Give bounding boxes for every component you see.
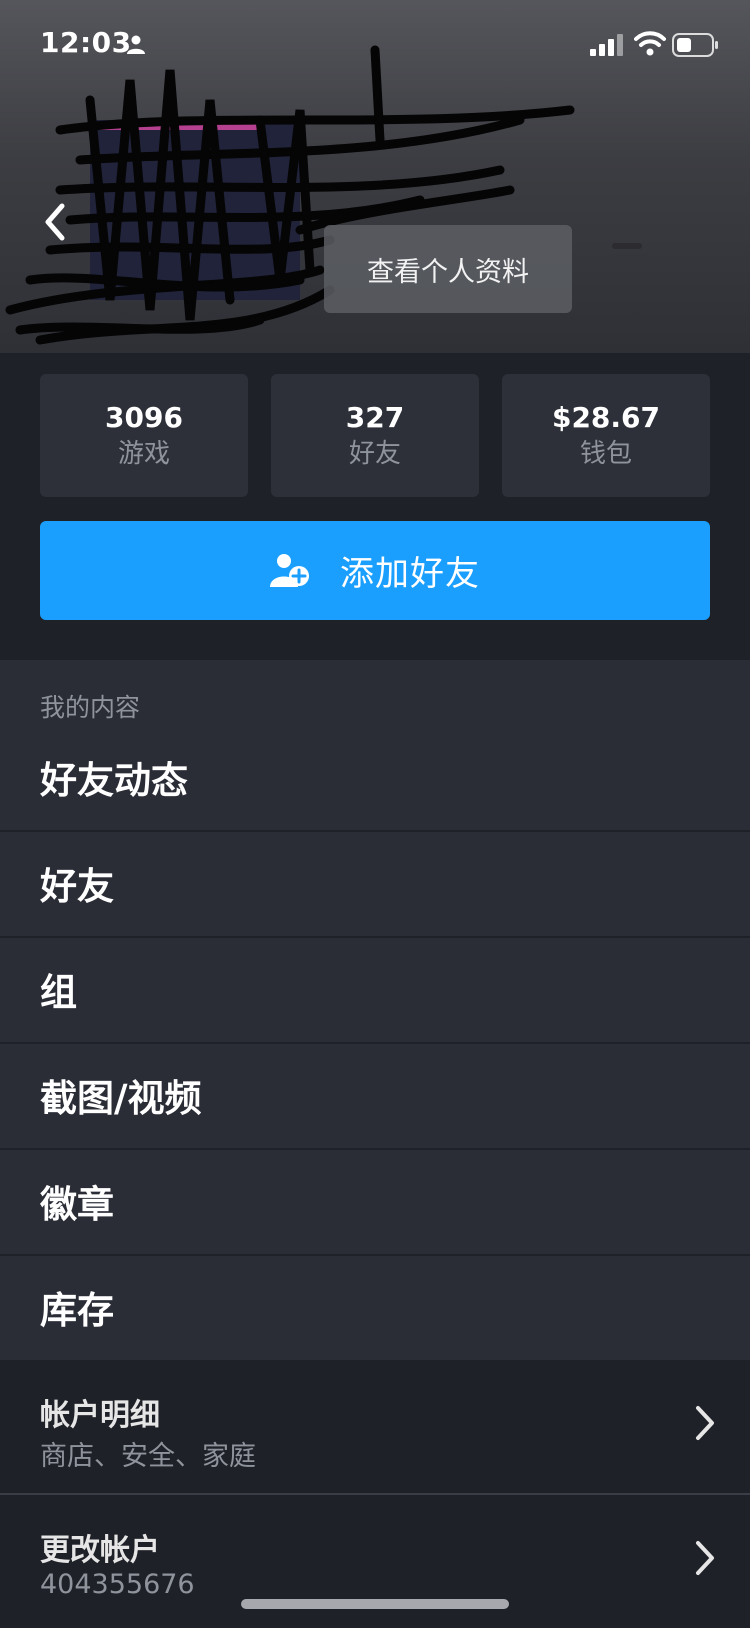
menu-item-groups[interactable]: 组 (0, 936, 750, 1044)
stat-wallet[interactable]: $28.67 钱包 (502, 374, 710, 497)
change-account-title: 更改帐户 (40, 1533, 160, 1568)
menu-item-label: 库存 (40, 1289, 114, 1332)
change-account-id: 404355676 (40, 1569, 195, 1600)
add-friend-button[interactable]: 添加好友 (40, 521, 710, 620)
stat-friends[interactable]: 327 好友 (271, 374, 479, 497)
stat-friends-label: 好友 (348, 438, 401, 469)
header-decoration (612, 243, 642, 249)
stat-friends-value: 327 (345, 400, 405, 434)
menu-item-inventory[interactable]: 库存 (0, 1254, 750, 1360)
menu-item-label: 组 (40, 971, 77, 1014)
stat-wallet-value: $28.67 (551, 400, 661, 434)
battery-icon (672, 33, 718, 57)
account-details-row[interactable]: 帐户明细 商店、安全、家庭 (0, 1360, 750, 1493)
menu-item-friend-activity[interactable]: 好友动态 (0, 724, 750, 832)
add-friend-label: 添加好友 (340, 554, 480, 594)
account-details-subtitle: 商店、安全、家庭 (40, 1441, 256, 1472)
add-friend-icon (270, 553, 309, 587)
stat-games-value: 3096 (105, 400, 183, 434)
menu-item-friends[interactable]: 好友 (0, 830, 750, 938)
account-details-title: 帐户明细 (40, 1398, 160, 1433)
chevron-right-icon (696, 1541, 714, 1575)
menu-item-label: 截图/视频 (40, 1077, 202, 1120)
menu-item-label: 好友 (40, 865, 114, 908)
menu-item-screenshots-videos[interactable]: 截图/视频 (0, 1042, 750, 1150)
section-title: 我的内容 (40, 693, 141, 722)
menu-item-label: 好友动态 (40, 759, 188, 802)
back-chevron-icon[interactable] (40, 200, 70, 244)
menu-item-badges[interactable]: 徽章 (0, 1148, 750, 1256)
wifi-icon (634, 31, 666, 56)
view-profile-button[interactable]: 查看个人资料 (324, 225, 572, 313)
stats-panel: 3096 游戏 327 好友 $28.67 钱包 添加好友 (0, 353, 750, 660)
chevron-right-icon (696, 1406, 714, 1440)
stat-wallet-label: 钱包 (579, 438, 632, 469)
stat-games-label: 游戏 (117, 438, 170, 469)
menu-item-label: 徽章 (40, 1183, 114, 1226)
stat-games[interactable]: 3096 游戏 (40, 374, 248, 497)
home-indicator[interactable] (241, 1599, 509, 1609)
profile-header: 12:03 查看个人资料 (0, 0, 750, 353)
